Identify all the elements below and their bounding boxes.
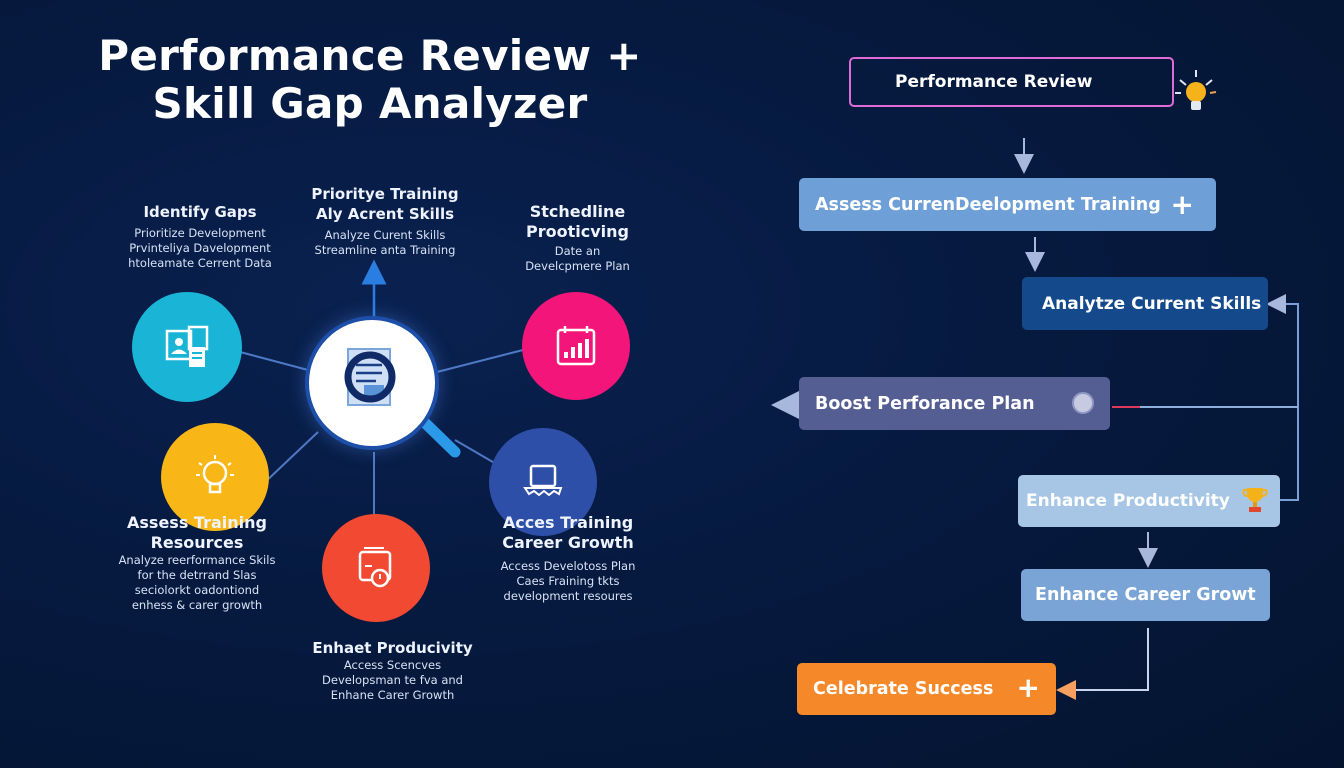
label-schedule-line: Develcpmere Plan xyxy=(525,259,630,273)
plus-icon: + xyxy=(1170,188,1194,221)
label-schedule-heading: Prooticving xyxy=(526,222,629,241)
label-assess-line: for the detrrand Slas xyxy=(137,568,257,582)
calendar-chart-icon xyxy=(556,326,596,366)
label-prioritize-heading: Prioritye Training xyxy=(311,185,459,203)
flow-step-boost-plan[interactable]: Boost Perforance Plan xyxy=(799,377,1110,430)
label-assess-heading: Assess Training xyxy=(127,513,267,532)
profile-documents-icon xyxy=(165,325,209,367)
plus-icon: + xyxy=(1016,671,1040,704)
label-enhance-heading: Enhaet Producivity xyxy=(312,639,473,657)
laptop-icon xyxy=(523,464,563,497)
label-schedule-line: Date an xyxy=(554,244,601,258)
label-access-heading: Career Growth xyxy=(502,533,634,552)
lightbulb-icon xyxy=(1170,66,1222,116)
person-badge-icon xyxy=(1072,392,1094,414)
label-access: Acces Training Career Growth Access Deve… xyxy=(478,513,658,604)
hub-node-identify[interactable] xyxy=(132,292,242,402)
trophy-icon xyxy=(1242,485,1268,515)
flow-step-label: Enhance Productivity xyxy=(1026,491,1230,511)
flow-step-assess-current[interactable]: Assess CurrenDeelopment Training + xyxy=(799,178,1216,231)
label-enhance: Enhaet Producivity Access Scencves Devel… xyxy=(295,638,490,703)
label-identify-line: Prvinteliya Davelopment xyxy=(129,241,271,255)
label-assess-line: Analyze reerformance Skils xyxy=(118,553,276,567)
label-access-heading: Acces Training xyxy=(502,513,634,532)
title-line-2: Skill Gap Analyzer xyxy=(152,79,588,128)
label-assess-line: enhess & carer growth xyxy=(131,598,263,612)
label-identify-heading: Identify Gaps xyxy=(143,203,257,221)
label-enhance-line: Enhane Carer Growth xyxy=(330,688,455,702)
flow-step-label: Boost Perforance Plan xyxy=(815,393,1035,414)
flow-step-label: Assess CurrenDeelopment Training xyxy=(815,194,1161,215)
label-prioritize: Prioritye Training Aly Acrent Skills Ana… xyxy=(290,184,480,258)
label-enhance-line: Developsman te fva and xyxy=(322,673,463,687)
hub-node-schedule[interactable] xyxy=(522,292,630,400)
label-assess-heading: Resources xyxy=(150,533,244,552)
flow-step-label: Analytze Current Skills xyxy=(1042,293,1262,314)
flow-to-celebrate xyxy=(1056,628,1149,700)
title-line-1: Performance Review + xyxy=(98,31,642,80)
label-schedule: Stchedline Prooticving Date an Develcpme… xyxy=(490,202,665,274)
label-access-line: Access Develotoss Plan xyxy=(500,559,636,573)
flow-step-celebrate-success[interactable]: Celebrate Success + xyxy=(797,663,1056,715)
flow-step-analyze-skills[interactable]: Analytze Current Skills xyxy=(1022,277,1268,330)
infographic-canvas: Performance Review + Skill Gap Analyzer xyxy=(0,0,1344,768)
flow-step-label: Enhance Career Growt xyxy=(1035,585,1256,605)
hub-node-enhance[interactable] xyxy=(322,514,430,622)
spoke-schedule xyxy=(436,349,524,373)
flow-step-label: Celebrate Success xyxy=(813,679,994,699)
label-schedule-heading: Stchedline xyxy=(529,202,626,221)
flow-step-enhance-productivity[interactable]: Enhance Productivity xyxy=(1018,475,1280,527)
page-title: Performance Review + Skill Gap Analyzer xyxy=(95,32,645,128)
lightbulb-icon xyxy=(196,455,234,494)
spoke-assess xyxy=(261,431,319,486)
label-prioritize-heading: Aly Acrent Skills xyxy=(315,205,455,223)
flow-loop-right xyxy=(1266,294,1299,501)
spoke-identify xyxy=(239,351,309,371)
flow-step-enhance-career[interactable]: Enhance Career Growt xyxy=(1021,569,1270,621)
label-prioritize-line: Streamline anta Training xyxy=(314,243,456,257)
hub-center[interactable] xyxy=(305,316,439,450)
magnifier-document-icon xyxy=(344,348,396,406)
label-access-line: development resoures xyxy=(503,589,633,603)
label-prioritize-line: Analyze Curent Skills xyxy=(324,228,446,242)
label-enhance-line: Access Scencves xyxy=(343,658,442,672)
label-access-line: Caes Fraining tkts xyxy=(516,574,620,588)
spoke-access xyxy=(454,439,499,466)
label-assess-line: seciolorkt oadontiond xyxy=(134,583,260,597)
label-identify-line: htoleamate Cerrent Data xyxy=(128,256,272,270)
flow-step-performance-review[interactable]: Performance Review xyxy=(849,57,1174,107)
label-identify: Identify Gaps Prioritize Development Prv… xyxy=(100,202,300,271)
label-identify-line: Prioritize Development xyxy=(134,226,266,240)
document-clock-icon xyxy=(358,547,392,588)
flow-step-label: Performance Review xyxy=(895,72,1093,92)
label-assess: Assess Training Resources Analyze reerfo… xyxy=(97,513,297,613)
